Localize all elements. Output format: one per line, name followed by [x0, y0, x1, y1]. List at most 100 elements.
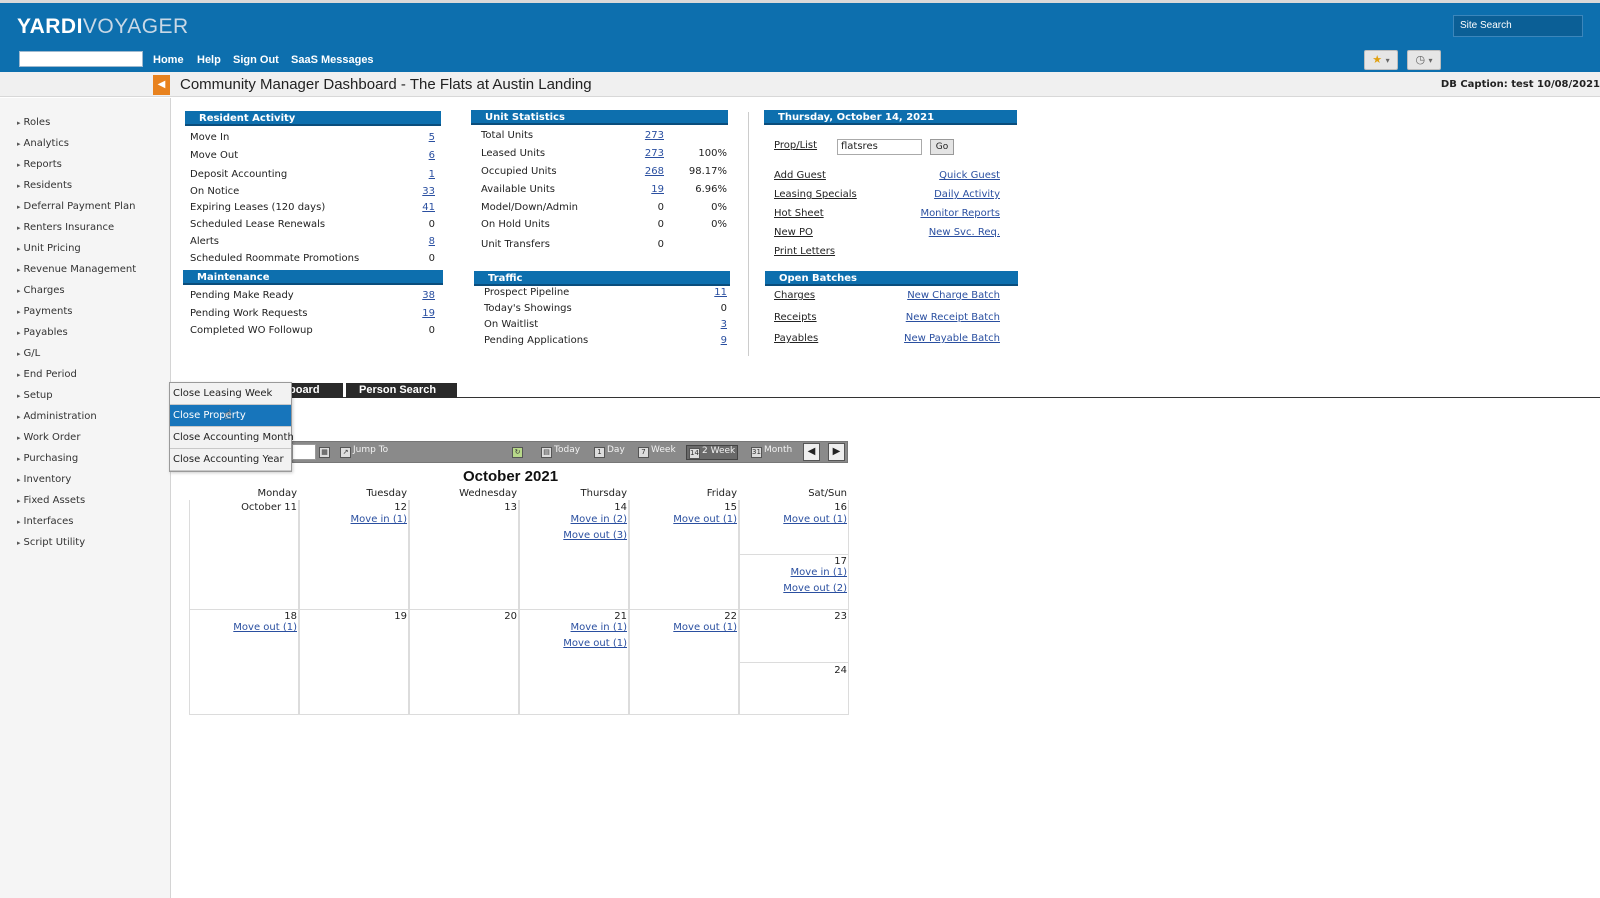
prev-period-button[interactable]: ◀	[803, 443, 820, 461]
batch-link[interactable]: Payables	[774, 333, 818, 344]
sidebar-item[interactable]: ▸ Revenue Management	[17, 264, 136, 275]
calendar-event-link[interactable]: Move in (1)	[742, 567, 847, 578]
history-button[interactable]: ◷ ▾	[1407, 50, 1441, 70]
caret-right-icon: ▸	[17, 161, 21, 169]
top-search-input[interactable]	[19, 51, 143, 67]
maintenance-value[interactable]: 19	[395, 308, 435, 319]
maintenance-value[interactable]: 38	[395, 290, 435, 301]
calendar-cell[interactable]	[409, 610, 519, 715]
sidebar-item[interactable]: ▸ Payables	[17, 327, 68, 338]
next-period-button[interactable]: ▶	[828, 443, 845, 461]
resident_activity-value[interactable]: 41	[395, 202, 435, 213]
new-batch-link[interactable]: New Receipt Batch	[870, 312, 1000, 323]
resident_activity-value[interactable]: 1	[395, 169, 435, 180]
calendar-event-link[interactable]: Move out (1)	[632, 622, 737, 633]
sidebar-item[interactable]: ▸ Charges	[17, 285, 65, 296]
sidebar-item[interactable]: ▸ Roles	[17, 117, 50, 128]
sidebar-item[interactable]: ▸ G/L	[17, 348, 40, 359]
unit_statistics-value[interactable]: 273	[624, 148, 664, 159]
caret-right-icon: ▸	[17, 497, 21, 505]
refresh-button[interactable]: ↻	[512, 445, 525, 458]
nav-sign-out[interactable]: Sign Out	[233, 54, 279, 66]
quick-link[interactable]: New PO	[774, 227, 813, 238]
sidebar-item[interactable]: ▸ Analytics	[17, 138, 69, 149]
sidebar-item[interactable]: ▸ Deferral Payment Plan	[17, 201, 135, 212]
quick-link[interactable]: Print Letters	[774, 246, 835, 257]
quick-link[interactable]: New Svc. Req.	[880, 227, 1000, 238]
calendar-event-link[interactable]: Move in (1)	[522, 622, 627, 633]
sidebar-item[interactable]: ▸ Unit Pricing	[17, 243, 81, 254]
sidebar-item-label: Purchasing	[23, 453, 79, 464]
traffic-value[interactable]: 3	[687, 319, 727, 330]
dropdown-item[interactable]: Close Accounting Month	[170, 427, 294, 449]
resident_activity-value[interactable]: 8	[395, 236, 435, 247]
jump-to-button[interactable]: ↗ Jump To	[340, 445, 388, 458]
prop-list-link[interactable]: Prop/List	[774, 140, 817, 151]
resident_activity-value[interactable]: 6	[395, 150, 435, 161]
calendar-event-link[interactable]: Move in (1)	[302, 514, 407, 525]
sidebar-item[interactable]: ▸ Renters Insurance	[17, 222, 114, 233]
property-input[interactable]: flatsres	[837, 139, 922, 155]
new-batch-link[interactable]: New Payable Batch	[870, 333, 1000, 344]
calendar-cell[interactable]	[299, 610, 409, 715]
quick-link[interactable]: Leasing Specials	[774, 189, 857, 200]
maintenance-header: Maintenance	[183, 270, 443, 285]
sidebar-item[interactable]: ▸ Setup	[17, 390, 53, 401]
site-search-input[interactable]: Site Search	[1453, 15, 1583, 37]
sidebar-item[interactable]: ▸ Purchasing	[17, 453, 78, 464]
favorites-button[interactable]: ★ ▾	[1364, 50, 1398, 70]
calendar-event-link[interactable]: Move out (1)	[742, 514, 847, 525]
calendar-cell[interactable]	[409, 500, 519, 610]
sidebar-item[interactable]: ▸ Payments	[17, 306, 73, 317]
sidebar-item[interactable]: ▸ Interfaces	[17, 516, 74, 527]
sidebar-item[interactable]: ▸ Residents	[17, 180, 72, 191]
today-button[interactable]: ▤ Today	[541, 445, 580, 458]
day-view-button[interactable]: 1 Day	[594, 445, 625, 458]
quick-link[interactable]: Daily Activity	[880, 189, 1000, 200]
resident_activity-value[interactable]: 33	[395, 186, 435, 197]
sidebar-item[interactable]: ▸ End Period	[17, 369, 77, 380]
quick-link[interactable]: Add Guest	[774, 170, 826, 181]
tab-dashboard[interactable]: board	[283, 383, 343, 398]
unit_statistics-value[interactable]: 19	[624, 184, 664, 195]
week-view-button[interactable]: 7 Week	[638, 445, 676, 458]
calendar-cell[interactable]	[189, 500, 299, 610]
sidebar-item[interactable]: ▸ Inventory	[17, 474, 71, 485]
quick-link[interactable]: Quick Guest	[880, 170, 1000, 181]
traffic-header: Traffic	[474, 271, 730, 286]
nav-saas-messages[interactable]: SaaS Messages	[291, 54, 374, 66]
sidebar-item[interactable]: ▸ Script Utility	[17, 537, 85, 548]
month-view-button[interactable]: 31 Month	[751, 445, 792, 458]
sidebar-item[interactable]: ▸ Fixed Assets	[17, 495, 85, 506]
calendar-event-link[interactable]: Move in (2)	[522, 514, 627, 525]
calendar-event-link[interactable]: Move out (1)	[192, 622, 297, 633]
two-week-view-button[interactable]: 14 2 Week	[686, 445, 739, 460]
dropdown-item[interactable]: Close Leasing Week	[170, 383, 291, 405]
calendar-event-link[interactable]: Move out (1)	[632, 514, 737, 525]
unit_statistics-value[interactable]: 268	[624, 166, 664, 177]
collapse-sidebar-button[interactable]: ◀	[153, 75, 170, 95]
quick-link[interactable]: Monitor Reports	[880, 208, 1000, 219]
calendar-event-link[interactable]: Move out (1)	[522, 638, 627, 649]
quick-link[interactable]: Hot Sheet	[774, 208, 824, 219]
unit_statistics-value[interactable]: 273	[624, 130, 664, 141]
tab-person-search[interactable]: Person Search	[346, 383, 457, 398]
sidebar-item[interactable]: ▸ Administration	[17, 411, 97, 422]
dropdown-item[interactable]: Close Accounting Year	[170, 449, 291, 471]
nav-home[interactable]: Home	[153, 54, 184, 66]
new-batch-link[interactable]: New Charge Batch	[870, 290, 1000, 301]
traffic-value[interactable]: 9	[687, 335, 727, 346]
go-button[interactable]: Go	[930, 139, 954, 155]
calendar-picker-icon[interactable]: ▦	[319, 445, 332, 458]
sidebar-item[interactable]: ▸ Work Order	[17, 432, 80, 443]
resident_activity-value[interactable]: 5	[395, 132, 435, 143]
sidebar-item[interactable]: ▸ Reports	[17, 159, 62, 170]
batch-link[interactable]: Charges	[774, 290, 815, 301]
calendar-date-input[interactable]	[292, 444, 316, 460]
nav-help[interactable]: Help	[197, 54, 221, 66]
batch-link[interactable]: Receipts	[774, 312, 817, 323]
calendar-event-link[interactable]: Move out (2)	[742, 583, 847, 594]
traffic-value[interactable]: 11	[687, 287, 727, 298]
calendar-event-link[interactable]: Move out (3)	[522, 530, 627, 541]
yardi-voyager-logo[interactable]: YARDIVOYAGER	[17, 15, 189, 39]
